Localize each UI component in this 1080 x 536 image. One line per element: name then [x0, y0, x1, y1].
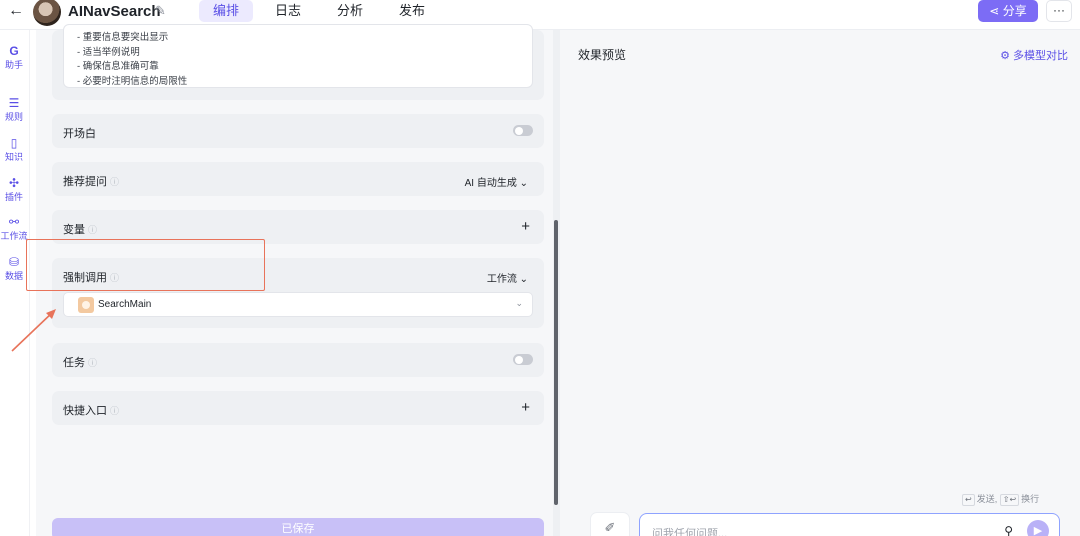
hint-send: 发送, — [976, 494, 998, 504]
forced-call-type-select[interactable]: 工作流 ⌄ — [487, 270, 528, 285]
share-label: 分享 — [1002, 4, 1027, 18]
add-variable-icon[interactable]: + — [521, 219, 530, 234]
app-window: ← AINavSearch ✎ 编排 日志 分析 发布 ⋖ 分享 ··· G 助… — [0, 0, 1080, 536]
hint-newline: 换行 — [1021, 494, 1040, 504]
send-button[interactable]: ▶ — [1027, 520, 1049, 536]
share-button[interactable]: ⋖ 分享 — [978, 0, 1038, 22]
shortcuts-label: 快捷入口 — [63, 405, 107, 417]
tasks-card: 任务 ⓘ — [52, 343, 544, 377]
annotation-highlight-box — [26, 239, 265, 291]
prompt-editor[interactable]: - 重要信息要突出显示 - 适当举例说明 - 确保信息准确可靠 - 必要时注明信… — [63, 24, 533, 88]
arrow-left-icon[interactable]: ← — [8, 2, 26, 20]
rail-item-knowledge[interactable]: ▯ 知识 — [0, 136, 28, 163]
prompt-line: - 重要信息要突出显示 — [77, 32, 169, 43]
pencil-icon[interactable]: ✎ — [155, 3, 166, 19]
tasks-title: 任务 ⓘ — [63, 354, 97, 370]
forced-call-type: 工作流 — [486, 274, 517, 285]
rail-item-workflow[interactable]: ⚯ 工作流 — [0, 215, 28, 242]
suggestions-value: AI 自动生成 — [464, 178, 517, 189]
tasks-toggle[interactable] — [513, 354, 533, 365]
multi-model-compare-button[interactable]: ⚙ 多模型对比 — [1000, 47, 1068, 63]
keyboard-hint: ↩ 发送, ⇧↩ 换行 — [962, 492, 1039, 506]
shift-enter-key-icon: ⇧↩ — [999, 494, 1020, 506]
chevron-down-icon: ⌄ — [519, 274, 528, 285]
suggestions-card: 推荐提问 ⓘ AI 自动生成 ⌄ — [52, 162, 544, 196]
opening-title: 开场白 — [63, 128, 96, 140]
scrollbar-thumb[interactable] — [554, 220, 558, 505]
opening-card: 开场白 — [52, 114, 544, 148]
rail-label: 插件 — [4, 192, 23, 202]
prompt-card: - 重要信息要突出显示 - 适当举例说明 - 确保信息准确可靠 - 必要时注明信… — [52, 24, 544, 100]
more-button[interactable]: ··· — [1046, 0, 1072, 22]
help-icon[interactable]: ⓘ — [110, 406, 119, 416]
help-icon[interactable]: ⓘ — [88, 358, 97, 368]
tab-analysis[interactable]: 分析 — [323, 0, 377, 22]
rail-label: 助手 — [4, 60, 23, 70]
annotation-arrow — [11, 309, 56, 352]
tab-arrange[interactable]: 编排 — [199, 0, 254, 22]
chat-input[interactable]: 问我任何问题... ⚲ ▶ — [639, 513, 1060, 536]
tasks-label: 任务 — [63, 357, 85, 369]
enter-key-icon: ↩ — [962, 494, 975, 506]
rail-label: 数据 — [4, 271, 23, 281]
paperclip-icon[interactable]: ⚲ — [1004, 524, 1013, 536]
prompt-line: - 必要时注明信息的局限性 — [77, 75, 188, 87]
compare-label: 多模型对比 — [1013, 50, 1068, 62]
workflow-name: SearchMain — [98, 299, 152, 310]
chevron-down-icon: ⌄ — [515, 298, 523, 308]
assistant-icon: G — [9, 44, 19, 58]
prompt-line: - 确保信息准确可靠 — [77, 61, 159, 72]
suggestions-label: 推荐提问 — [63, 176, 107, 188]
save-button[interactable]: 已保存 — [52, 518, 544, 536]
workflow-icon: ⚯ — [8, 215, 20, 229]
clear-chat-button[interactable]: ✐ — [590, 512, 630, 536]
suggestions-select[interactable]: AI 自动生成 ⌄ — [465, 174, 528, 189]
workflow-select[interactable]: SearchMain ⌄ — [63, 292, 533, 317]
suggestions-title: 推荐提问 ⓘ — [63, 173, 119, 189]
prompt-line: - 适当举例说明 — [77, 46, 140, 58]
add-shortcut-icon[interactable]: + — [521, 400, 530, 415]
preview-title: 效果预览 — [578, 48, 627, 62]
chat-placeholder: 问我任何问题... — [652, 528, 728, 536]
variables-label: 变量 — [63, 224, 85, 236]
rail-label: 知识 — [4, 152, 23, 162]
rail-item-rules[interactable]: ☰ 规则 — [0, 96, 28, 123]
share-icon: ⋖ — [989, 4, 1000, 18]
broom-icon: ✐ — [604, 520, 616, 535]
chevron-down-icon: ⌄ — [519, 178, 528, 189]
rules-icon: ☰ — [8, 96, 20, 110]
rail-label: 工作流 — [0, 231, 28, 241]
puzzle-icon: ✣ — [8, 176, 20, 190]
rail-item-assistant[interactable]: G 助手 — [0, 44, 28, 71]
opening-toggle[interactable] — [513, 125, 533, 136]
rail-item-plugins[interactable]: ✣ 插件 — [0, 176, 28, 203]
tab-bar: 编排 日志 分析 发布 — [199, 0, 447, 22]
help-icon[interactable]: ⓘ — [88, 225, 97, 235]
workflow-avatar-icon — [78, 297, 94, 313]
shortcuts-card: 快捷入口 ⓘ + — [52, 391, 544, 425]
tab-logs[interactable]: 日志 — [261, 0, 315, 22]
book-icon: ▯ — [10, 136, 18, 150]
preview-panel: 效果预览 ⚙ 多模型对比 ↩ 发送, ⇧↩ 换行 ✐ 问我任何问题... ⚲ ▶ — [560, 30, 1080, 536]
tab-publish[interactable]: 发布 — [385, 0, 439, 22]
rail-label: 规则 — [4, 112, 23, 122]
database-icon: ⛁ — [8, 255, 20, 269]
variables-title: 变量 ⓘ — [63, 221, 97, 237]
app-name: AINavSearch — [68, 3, 161, 20]
gear-icon: ⚙ — [1000, 50, 1010, 62]
help-icon[interactable]: ⓘ — [110, 177, 119, 187]
avatar[interactable] — [33, 0, 61, 26]
shortcuts-title: 快捷入口 ⓘ — [63, 402, 119, 418]
rail-item-data[interactable]: ⛁ 数据 — [0, 255, 28, 282]
